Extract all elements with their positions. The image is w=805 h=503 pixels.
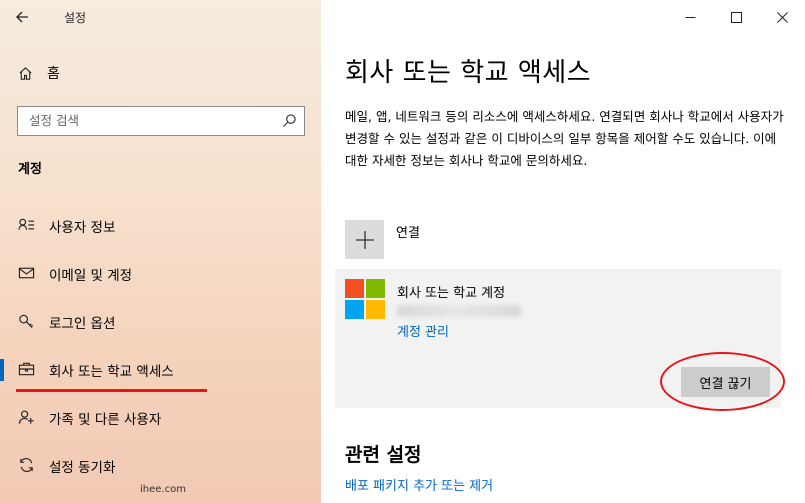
add-person-icon (17, 409, 35, 425)
sidebar-item-label: 로그인 옵션 (49, 316, 116, 332)
account-email-redacted (397, 305, 521, 317)
plus-icon (355, 230, 374, 249)
plus-tile (345, 220, 384, 259)
minimize-button[interactable] (667, 0, 713, 34)
page-description: 메일, 앱, 네트워크 등의 리소스에 액세스하세요. 연결되면 회사나 학교에… (345, 109, 784, 168)
sidebar-item-label: 이메일 및 계정 (49, 268, 133, 284)
microsoft-logo-icon (345, 279, 385, 319)
sidebar-item-label: 사용자 정보 (49, 220, 116, 236)
page-title: 회사 또는 학교 액세스 (345, 58, 592, 88)
selection-indicator (0, 359, 4, 381)
briefcase-icon (17, 361, 35, 377)
account-card[interactable]: 회사 또는 학교 계정 계정 관리 연결 끊기 (335, 269, 781, 408)
section-heading: 계정 (18, 162, 42, 177)
key-icon (17, 313, 35, 329)
minimize-icon (685, 16, 695, 18)
sidebar-item-home[interactable]: 홈 (18, 63, 60, 83)
close-icon (776, 11, 788, 23)
sidebar: 설정 홈 계정 사용자 정보 이메일 및 계정 로그인 옵션 (0, 0, 321, 503)
watermark: ihee.com (140, 484, 186, 495)
mail-icon (17, 265, 35, 281)
add-remove-package-link[interactable]: 배포 패키지 추가 또는 제거 (345, 475, 493, 494)
sidebar-item-label: 가족 및 다른 사용자 (49, 412, 162, 428)
sidebar-item-email-accounts[interactable]: 이메일 및 계정 (0, 253, 321, 293)
account-name: 회사 또는 학교 계정 (397, 286, 506, 301)
sidebar-item-user-info[interactable]: 사용자 정보 (0, 205, 321, 245)
back-button[interactable] (10, 6, 34, 28)
back-arrow-icon (16, 11, 28, 23)
maximize-button[interactable] (713, 0, 759, 34)
annotation-underline (16, 389, 207, 392)
user-info-icon (17, 217, 35, 233)
sidebar-item-work-school-access[interactable]: 회사 또는 학교 액세스 (0, 349, 321, 389)
search-icon[interactable] (282, 113, 297, 128)
titlebar-left: 설정 (0, 0, 321, 34)
disconnect-button[interactable]: 연결 끊기 (681, 367, 770, 397)
sidebar-item-label: 설정 동기화 (49, 460, 116, 476)
home-icon (19, 66, 32, 80)
sidebar-item-label: 회사 또는 학교 액세스 (49, 364, 174, 380)
sync-icon (17, 457, 35, 473)
sidebar-item-family-other-users[interactable]: 가족 및 다른 사용자 (0, 397, 321, 437)
connect-button[interactable]: 연결 (345, 220, 420, 260)
app-title: 설정 (64, 11, 87, 25)
sidebar-item-label: 홈 (47, 66, 60, 82)
close-button[interactable] (759, 0, 805, 34)
manage-account-link[interactable]: 계정 관리 (397, 321, 449, 340)
sidebar-item-sync-settings[interactable]: 설정 동기화 (0, 445, 321, 485)
main-content: 회사 또는 학교 액세스 메일, 앱, 네트워크 등의 리소스에 액세스하세요.… (321, 0, 805, 503)
window-controls (667, 0, 805, 34)
connect-label: 연결 (396, 226, 420, 241)
search-input[interactable] (18, 107, 273, 134)
sidebar-item-sign-in-options[interactable]: 로그인 옵션 (0, 301, 321, 341)
related-settings-heading: 관련 설정 (345, 444, 422, 466)
search-box (17, 106, 305, 136)
maximize-icon (730, 11, 742, 23)
